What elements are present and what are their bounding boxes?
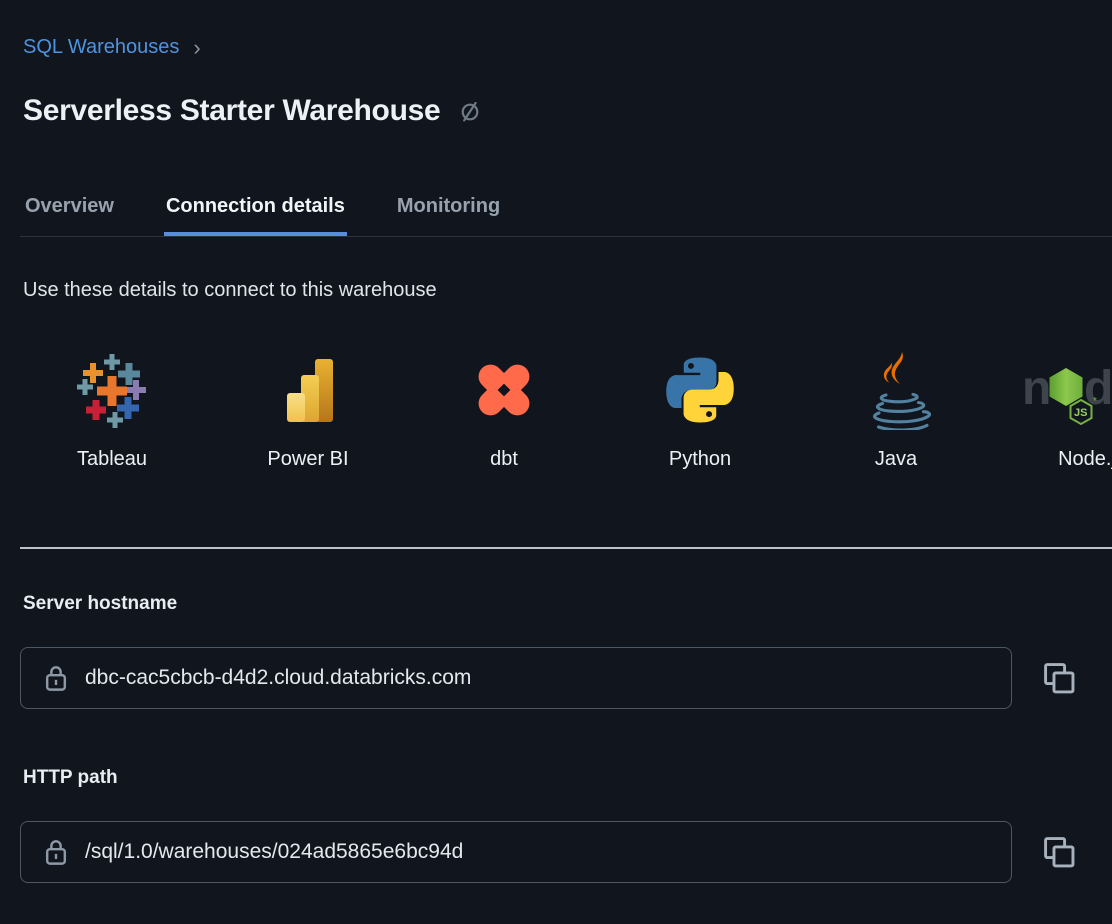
http-path-label: HTTP path	[23, 767, 1112, 789]
svg-text:n: n	[1022, 362, 1051, 415]
server-hostname-row: dbc-cac5cbcb-d4d2.cloud.databricks.com	[20, 647, 1112, 709]
connection-details-page: SQL Warehouses › Serverless Starter Ware…	[0, 36, 1112, 924]
page-title: Serverless Starter Warehouse	[23, 94, 440, 128]
server-hostname-value: dbc-cac5cbcb-d4d2.cloud.databricks.com	[85, 666, 471, 690]
lock-icon	[43, 836, 69, 868]
tool-label-nodejs: Node.js	[1058, 448, 1112, 471]
tableau-icon	[72, 350, 152, 430]
java-icon	[856, 350, 936, 430]
tool-tile-dbt[interactable]: dbt	[406, 350, 602, 471]
tab-overview[interactable]: Overview	[23, 195, 116, 236]
copy-icon	[1040, 833, 1078, 871]
svg-text:*: *	[1093, 396, 1097, 407]
dbt-icon	[464, 350, 544, 430]
warehouse-stopped-icon	[458, 99, 482, 123]
tab-connection-details[interactable]: Connection details	[164, 195, 347, 236]
tool-label-python: Python	[669, 448, 731, 471]
breadcrumb: SQL Warehouses ›	[23, 36, 1112, 59]
lock-icon	[43, 662, 69, 694]
powerbi-icon	[268, 350, 348, 430]
python-icon	[660, 350, 740, 430]
copy-server-hostname-button[interactable]	[1040, 659, 1078, 697]
http-path-value: /sql/1.0/warehouses/024ad5865e6bc94d	[85, 840, 463, 864]
svg-text:JS: JS	[1074, 407, 1087, 419]
server-hostname-field[interactable]: dbc-cac5cbcb-d4d2.cloud.databricks.com	[20, 647, 1012, 709]
http-path-field[interactable]: /sql/1.0/warehouses/024ad5865e6bc94d	[20, 821, 1012, 883]
section-divider	[20, 547, 1112, 549]
tool-tile-nodejs[interactable]: n d JS * Node.js	[994, 350, 1112, 471]
copy-http-path-button[interactable]	[1040, 833, 1078, 871]
copy-icon	[1040, 659, 1078, 697]
tab-monitoring[interactable]: Monitoring	[395, 195, 502, 236]
page-header: Serverless Starter Warehouse	[23, 91, 1112, 131]
breadcrumb-link-sql-warehouses[interactable]: SQL Warehouses	[23, 36, 179, 59]
tool-label-java: Java	[875, 448, 917, 471]
breadcrumb-separator-icon: ›	[193, 38, 200, 58]
tool-tile-java[interactable]: Java	[798, 350, 994, 471]
tool-tile-powerbi[interactable]: Power BI	[210, 350, 406, 471]
server-hostname-label: Server hostname	[23, 593, 1112, 615]
connection-instructions-text: Use these details to connect to this war…	[23, 279, 1112, 302]
tool-label-powerbi: Power BI	[267, 448, 348, 471]
nodejs-icon: n d JS *	[1022, 350, 1112, 430]
tool-label-dbt: dbt	[490, 448, 518, 471]
tool-tile-python[interactable]: Python	[602, 350, 798, 471]
tool-label-tableau: Tableau	[77, 448, 147, 471]
connector-tools-row: Tableau	[14, 350, 1112, 471]
tool-tile-tableau[interactable]: Tableau	[14, 350, 210, 471]
http-path-row: /sql/1.0/warehouses/024ad5865e6bc94d	[20, 821, 1112, 883]
tab-bar: Overview Connection details Monitoring	[20, 195, 1112, 237]
